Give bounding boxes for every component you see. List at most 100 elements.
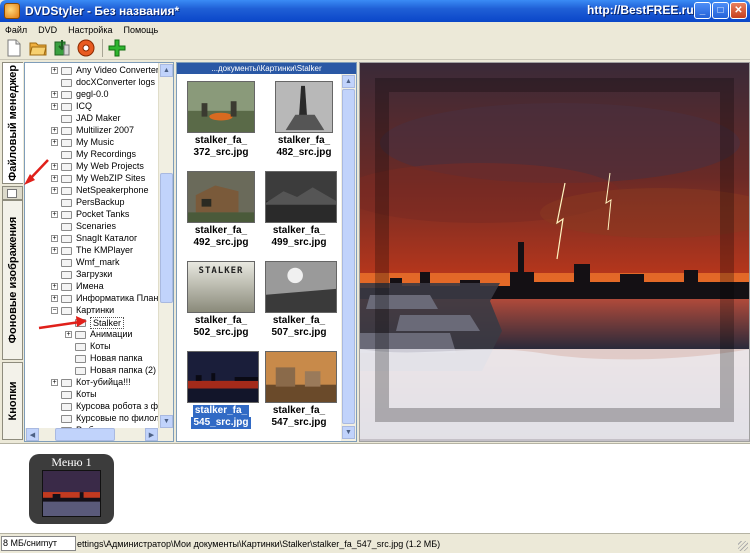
folder-icon	[61, 211, 72, 219]
folder-tree[interactable]: + Any Video Converter docXConverter logs + g…	[24, 62, 174, 442]
expand-icon[interactable]: +	[51, 283, 58, 290]
tree-item[interactable]: + My Music	[25, 137, 158, 149]
tree-item[interactable]: Коты	[25, 341, 158, 353]
thumbnail-482-caption: stalker_fa_ 482_src.jpg	[276, 135, 332, 158]
thumbnail-panel[interactable]: ...документы\Картинки\Stalker stalker_fa…	[176, 62, 357, 442]
tree-item[interactable]: Новая папка	[25, 353, 158, 365]
thumbnail-547[interactable]: stalker_fa_ 547_src.jpg	[258, 347, 338, 435]
tree-item[interactable]: + Any Video Converter	[25, 65, 159, 77]
new-button[interactable]	[4, 38, 24, 58]
folder-icon	[75, 343, 86, 351]
save-button[interactable]	[52, 38, 72, 58]
folder-icon	[61, 199, 72, 207]
maximize-button[interactable]: □	[712, 2, 729, 19]
tree-item[interactable]: + My Web Projects	[25, 161, 158, 173]
expand-icon[interactable]: +	[51, 175, 58, 182]
expand-icon[interactable]: +	[51, 163, 58, 170]
dvdstyler-app-icon[interactable]	[4, 3, 20, 19]
tree-item[interactable]: Scenaries	[25, 221, 158, 233]
scroll-up-button[interactable]: ▲	[160, 64, 173, 77]
tree-vertical-scrollbar[interactable]: ▲ ▼	[158, 63, 173, 429]
close-button[interactable]: ✕	[730, 2, 747, 19]
tree-item[interactable]: Курсовые по филолог	[25, 413, 168, 425]
expand-icon[interactable]: +	[51, 127, 58, 134]
tree-scroll-thumb[interactable]	[160, 173, 173, 303]
tree-item[interactable]: Загрузки	[25, 269, 158, 281]
thumbnail-507[interactable]: stalker_fa_ 507_src.jpg	[258, 257, 338, 345]
scroll-down-button[interactable]: ▼	[160, 415, 173, 428]
thumbnail-372[interactable]: stalker_fa_ 372_src.jpg	[180, 77, 260, 165]
tree-item[interactable]: Wmf_mark	[25, 257, 158, 269]
expand-icon[interactable]: +	[51, 295, 58, 302]
expand-icon[interactable]: +	[51, 379, 58, 386]
folder-icon	[61, 271, 72, 279]
collapse-icon[interactable]: −	[51, 307, 58, 314]
thumbnail-502[interactable]: STALKER stalker_fa_ 502_src.jpg	[180, 257, 260, 345]
menu-title: Меню 1	[51, 455, 92, 469]
expand-icon[interactable]: +	[51, 235, 58, 242]
menu-bar: Файл DVD Настройка Помощь	[0, 22, 750, 37]
add-button[interactable]	[107, 38, 127, 58]
tree-item[interactable]: + NetSpeakerphone	[25, 185, 158, 197]
scroll-left-button[interactable]: ◀	[26, 428, 39, 441]
thumbnail-scroll-thumb[interactable]	[342, 89, 355, 424]
expand-icon[interactable]: +	[51, 187, 58, 194]
minimize-button[interactable]: _	[694, 2, 711, 19]
open-button[interactable]	[28, 38, 48, 58]
scroll-right-button[interactable]: ▶	[145, 428, 158, 441]
thumbnail-545[interactable]: stalker_fa_ 545_src.jpg	[180, 347, 260, 435]
menu-file[interactable]: Файл	[5, 25, 27, 35]
folder-icon	[61, 295, 72, 303]
tree-horizontal-scrollbar[interactable]: ◀ ▶	[25, 428, 173, 441]
tree-item-label: Курсова робота з філ	[76, 401, 166, 411]
tree-item[interactable]: − Картинки	[25, 305, 158, 317]
tree-item[interactable]: + Multilizer 2007	[25, 125, 158, 137]
tree-item[interactable]: + Информатика Планы	[25, 293, 165, 305]
menu-settings[interactable]: Настройка	[68, 25, 112, 35]
thumbnail-scrollbar[interactable]: ▲ ▼	[341, 74, 356, 441]
expand-icon[interactable]: +	[51, 247, 58, 254]
thumb-scroll-up-button[interactable]: ▲	[342, 75, 355, 88]
tab-file-manager[interactable]: Файловый менеджер	[2, 62, 23, 184]
expand-icon[interactable]: +	[51, 139, 58, 146]
tree-item[interactable]: + Имена	[25, 281, 158, 293]
tree-item[interactable]: Курсова робота з філ	[25, 401, 165, 413]
tree-item[interactable]: Stalker	[25, 317, 158, 329]
thumbnail-499[interactable]: stalker_fa_ 499_src.jpg	[258, 167, 338, 255]
tree-item[interactable]: docXConverter logs	[25, 77, 158, 89]
tree-item[interactable]: + My WebZIP Sites	[25, 173, 158, 185]
expand-icon[interactable]: +	[51, 211, 58, 218]
tree-item[interactable]: JAD Maker	[25, 113, 158, 125]
tree-item[interactable]: Коты	[25, 389, 158, 401]
menu-thumbnail[interactable]: Меню 1	[29, 454, 114, 524]
expand-icon[interactable]: +	[65, 331, 72, 338]
tab-backgrounds[interactable]: Фоновые изображения	[2, 200, 23, 360]
tree-item[interactable]: + The KMPlayer	[25, 245, 158, 257]
expand-icon[interactable]: +	[51, 91, 58, 98]
tree-item-label: Коты	[76, 389, 97, 399]
tree-item[interactable]: + ICQ	[25, 101, 158, 113]
thumb-scroll-down-button[interactable]: ▼	[342, 426, 355, 439]
expand-icon[interactable]: +	[51, 103, 58, 110]
menu-preview[interactable]	[359, 62, 750, 442]
menu-help[interactable]: Помощь	[123, 25, 158, 35]
tree-hscroll-thumb[interactable]	[55, 428, 115, 441]
burn-button[interactable]	[76, 38, 96, 58]
menu-dvd[interactable]: DVD	[38, 25, 57, 35]
tab-buttons[interactable]: Кнопки	[2, 362, 23, 440]
tree-item[interactable]: + gegl-0.0	[25, 89, 158, 101]
tree-item[interactable]: Новая папка (2)	[25, 365, 158, 377]
tree-item[interactable]: + Кот-убийца!!!	[25, 377, 158, 389]
resize-grip-icon[interactable]	[738, 541, 748, 551]
tree-item[interactable]: My Recordings	[25, 149, 158, 161]
expand-icon[interactable]: +	[51, 67, 58, 74]
tree-item[interactable]: PersBackup	[25, 197, 158, 209]
tree-item[interactable]: + SnagIt Каталог	[25, 233, 158, 245]
tree-item[interactable]: + Pocket Tanks	[25, 209, 158, 221]
tree-item[interactable]: + Анимации	[25, 329, 158, 341]
tab-backgrounds-icon[interactable]	[2, 186, 23, 200]
watermark-text: http://BestFREE.ru	[587, 3, 694, 17]
thumbnail-482[interactable]: stalker_fa_ 482_src.jpg	[263, 77, 343, 165]
tree-item-label: ICQ	[76, 101, 93, 111]
thumbnail-492[interactable]: stalker_fa_ 492_src.jpg	[180, 167, 260, 255]
